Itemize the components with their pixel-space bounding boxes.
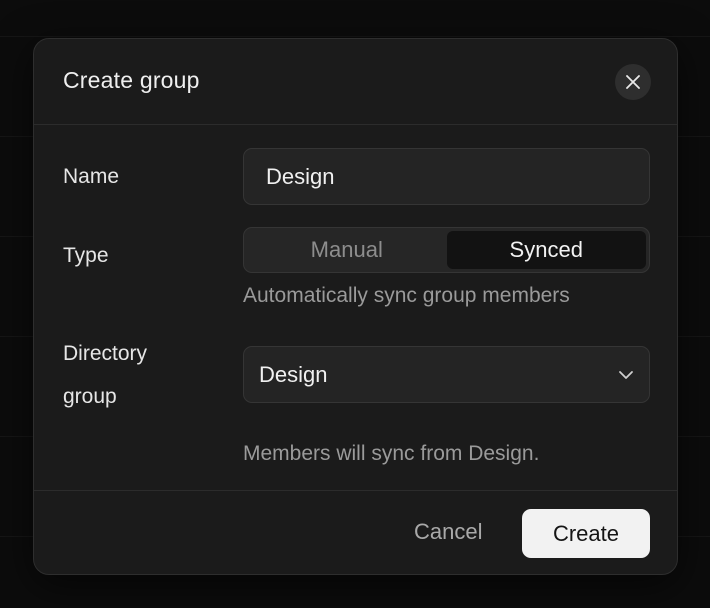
type-label: Type [63,244,109,267]
name-input[interactable]: Design [243,148,650,205]
create-button[interactable]: Create [522,509,650,558]
directory-group-select[interactable]: Design [243,346,650,403]
create-group-dialog: Create group Name Design Type Manual Syn… [33,38,678,575]
type-option-synced[interactable]: Synced [446,231,646,269]
directory-group-label: Directory group [63,332,147,418]
backdrop-divider [0,36,710,37]
type-option-manual[interactable]: Manual [247,231,447,269]
dialog-footer: Cancel Create [34,490,677,574]
close-icon [626,75,640,89]
type-segmented-control: Manual Synced [243,227,650,273]
directory-group-label-line1: Directory [63,342,148,365]
directory-group-label-line2: group [63,385,117,408]
chevron-down-icon [619,371,633,379]
cancel-button[interactable]: Cancel [400,507,496,557]
close-button[interactable] [615,64,651,100]
directory-group-selected-value: Design [259,362,328,387]
dialog-header: Create group [34,39,677,125]
type-help-text: Automatically sync group members [243,284,570,307]
dialog-title: Create group [63,67,200,93]
name-label: Name [63,165,120,188]
directory-group-help-text: Members will sync from Design. [243,442,540,465]
